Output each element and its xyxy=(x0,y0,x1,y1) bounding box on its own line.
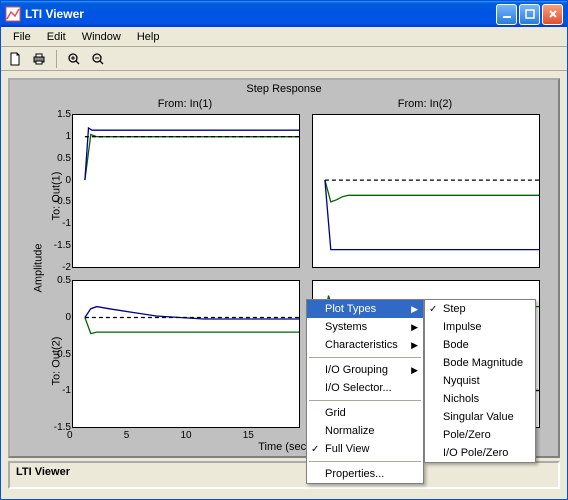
menu-item-i-o-selector-[interactable]: I/O Selector... xyxy=(307,379,423,397)
menu-separator xyxy=(309,461,421,462)
app-window: LTI Viewer File Edit Window Help xyxy=(0,0,568,500)
menu-help[interactable]: Help xyxy=(129,29,168,45)
context-submenu: ✓ Step Impulse Bode Bode Magnitude Nyquist Nic… xyxy=(424,299,536,463)
menu-item-normalize[interactable]: Normalize xyxy=(307,422,423,440)
app-icon xyxy=(5,6,21,22)
new-file-icon[interactable] xyxy=(5,49,25,69)
menu-item-properties-[interactable]: Properties... xyxy=(307,465,423,483)
menu-separator xyxy=(309,357,421,358)
menu-item-label: Impulse xyxy=(443,321,482,333)
menu-item-label: Grid xyxy=(325,407,346,419)
menu-file[interactable]: File xyxy=(5,29,39,45)
zoom-out-icon[interactable] xyxy=(88,49,108,69)
zoom-in-icon[interactable] xyxy=(64,49,84,69)
toolbar xyxy=(1,47,567,71)
submenu-arrow-icon: ▶ xyxy=(411,365,418,376)
column-header-2: From: In(2) xyxy=(310,98,540,110)
menu-item-label: I/O Grouping xyxy=(325,364,388,376)
menu-item-i-o-pole-zero[interactable]: I/O Pole/Zero xyxy=(425,444,535,462)
submenu-arrow-icon: ▶ xyxy=(411,340,418,351)
menu-item-label: Properties... xyxy=(325,468,384,480)
menu-item-label: Characteristics xyxy=(325,339,398,351)
menu-window[interactable]: Window xyxy=(74,29,129,45)
menu-item-label: Nyquist xyxy=(443,375,480,387)
menu-item-singular-value[interactable]: Singular Value xyxy=(425,408,535,426)
menu-item-plot-types[interactable]: Plot Types ▶ xyxy=(307,300,423,318)
close-button[interactable] xyxy=(542,4,563,25)
menu-item-grid[interactable]: Grid xyxy=(307,404,423,422)
menu-item-label: Step xyxy=(443,303,466,315)
check-icon: ✓ xyxy=(311,444,319,455)
plot-panel[interactable]: Step Response From: In(1) From: In(2) Am… xyxy=(8,78,560,458)
menu-item-systems[interactable]: Systems ▶ xyxy=(307,318,423,336)
menu-item-step[interactable]: ✓ Step xyxy=(425,300,535,318)
menu-item-label: Singular Value xyxy=(443,411,514,423)
menu-item-label: I/O Pole/Zero xyxy=(443,447,508,459)
menu-item-label: I/O Selector... xyxy=(325,382,392,394)
menu-item-label: Systems xyxy=(325,321,367,333)
menu-item-label: Pole/Zero xyxy=(443,429,491,441)
menu-item-label: Full View xyxy=(325,443,369,455)
toolbar-separator xyxy=(56,50,57,68)
window-title: LTI Viewer xyxy=(25,7,84,21)
menu-item-label: Bode Magnitude xyxy=(443,357,523,369)
menu-item-label: Bode xyxy=(443,339,469,351)
menu-separator xyxy=(309,400,421,401)
menu-item-label: Plot Types xyxy=(325,303,376,315)
minimize-button[interactable] xyxy=(496,4,517,25)
menu-item-label: Normalize xyxy=(325,425,375,437)
status-bar: LTI Viewer xyxy=(8,461,560,489)
axes-bottom-left[interactable]: 0.5 0 -0.5 -1 -1.5 0 5 10 15 xyxy=(72,280,300,428)
axes-top-left[interactable]: 1.5 1 0.5 0 -0.5 -1 -1.5 -2 xyxy=(72,114,300,268)
column-header-1: From: In(1) xyxy=(70,98,300,110)
context-menu: Plot Types▶Systems▶Characteristics▶I/O G… xyxy=(306,299,424,484)
menu-item-label: Nichols xyxy=(443,393,479,405)
y-ticks: 0.5 0 -0.5 -1 -1.5 xyxy=(45,275,71,433)
maximize-button[interactable] xyxy=(519,4,540,25)
status-text: LTI Viewer xyxy=(16,466,70,478)
menu-item-full-view[interactable]: ✓ Full View xyxy=(307,440,423,458)
menu-item-nichols[interactable]: Nichols xyxy=(425,390,535,408)
titlebar: LTI Viewer xyxy=(1,1,567,27)
plot-title: Step Response xyxy=(10,83,558,95)
y-ticks: 1.5 1 0.5 0 -0.5 -1 -1.5 -2 xyxy=(45,109,71,273)
menu-item-characteristics[interactable]: Characteristics ▶ xyxy=(307,336,423,354)
menu-item-i-o-grouping[interactable]: I/O Grouping ▶ xyxy=(307,361,423,379)
menubar: File Edit Window Help xyxy=(1,27,567,47)
menu-item-bode-magnitude[interactable]: Bode Magnitude xyxy=(425,354,535,372)
menu-edit[interactable]: Edit xyxy=(39,29,74,45)
menu-item-nyquist[interactable]: Nyquist xyxy=(425,372,535,390)
submenu-arrow-icon: ▶ xyxy=(411,304,418,315)
y-axis-label: Amplitude xyxy=(32,244,44,293)
content-area: Step Response From: In(1) From: In(2) Am… xyxy=(1,71,567,499)
menu-item-bode[interactable]: Bode xyxy=(425,336,535,354)
axes-top-right[interactable] xyxy=(312,114,540,268)
submenu-arrow-icon: ▶ xyxy=(411,322,418,333)
menu-item-impulse[interactable]: Impulse xyxy=(425,318,535,336)
menu-item-pole-zero[interactable]: Pole/Zero xyxy=(425,426,535,444)
check-icon: ✓ xyxy=(429,304,437,315)
x-ticks: 0 5 10 15 xyxy=(67,430,305,441)
print-icon[interactable] xyxy=(29,49,49,69)
